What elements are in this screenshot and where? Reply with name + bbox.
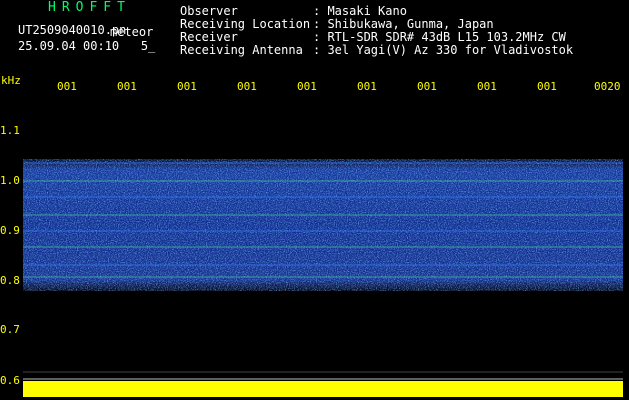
datetime-label: 25.09.04 00:10 5_ xyxy=(18,39,156,53)
x-tick-label: 001 xyxy=(237,80,257,93)
x-tick-label: 001 xyxy=(357,80,377,93)
y-tick-label: 0.6 xyxy=(0,374,20,387)
x-tick-label: 001 xyxy=(177,80,197,93)
spectrogram xyxy=(23,159,623,397)
noise-floor-strip xyxy=(23,381,623,397)
x-tick-label: 001 xyxy=(417,80,437,93)
station-info-values: : Masaki Kano : Shibukawa, Gunma, Japan … xyxy=(313,4,574,57)
y-tick-label: 1.0 xyxy=(0,174,20,187)
signal-noise xyxy=(23,159,623,291)
x-tick-label: 001 xyxy=(57,80,77,93)
mode-label: meteor xyxy=(110,25,154,39)
y-tick-label: 0.7 xyxy=(0,323,20,336)
station-info-labels: Observer Receiving Location Receiver Rec… xyxy=(180,4,311,57)
y-tick-label: 1.1 xyxy=(0,124,20,137)
x-tick-label: 001 xyxy=(117,80,137,93)
x-tick-label: 0020 xyxy=(594,80,621,93)
x-tick-label: 001 xyxy=(537,80,557,93)
x-tick-label: 001 xyxy=(297,80,317,93)
y-tick-label: 0.8 xyxy=(0,274,20,287)
x-tick-label: 001 xyxy=(477,80,497,93)
app-title: HROFFT xyxy=(48,0,131,15)
y-tick-label: 0.9 xyxy=(0,224,20,237)
frequency-unit-label: kHz xyxy=(1,74,21,87)
